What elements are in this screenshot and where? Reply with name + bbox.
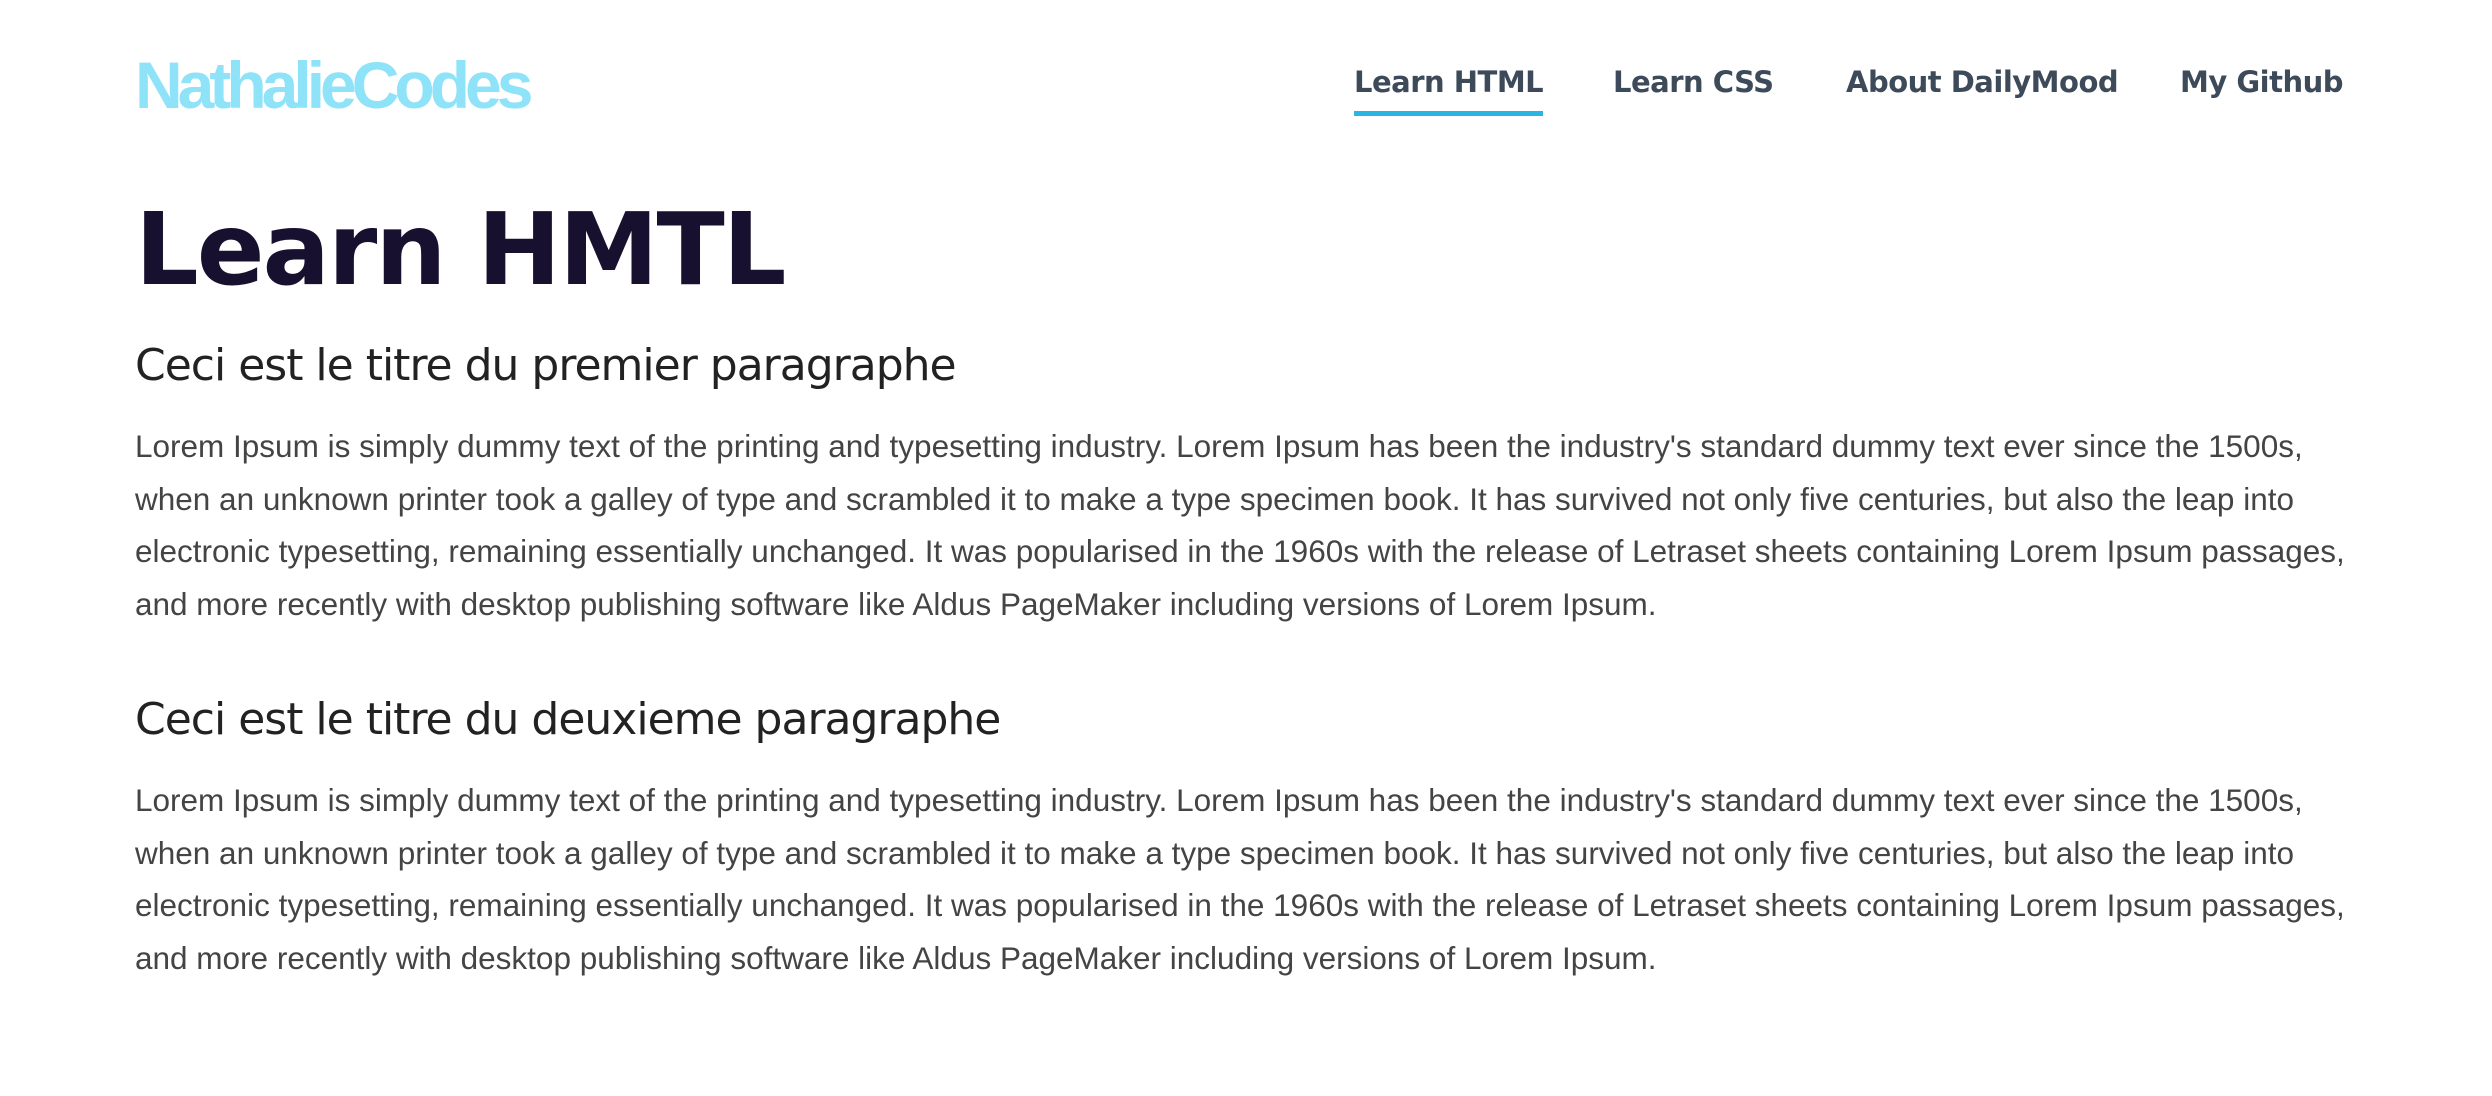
section-paragraph-2: Lorem Ipsum is simply dummy text of the … [135,782,2345,976]
page-title: Learn HMTL [135,191,786,308]
nav-item-about-dailymood[interactable]: About DailyMood [1846,68,2119,97]
site-header: NathalieCodes Learn HTML Learn CSS About… [0,0,2492,180]
section-heading-2: Ceci est le titre du deuxieme paragraphe [135,694,1001,745]
section-paragraph-1: Lorem Ipsum is simply dummy text of the … [135,428,2345,622]
section-heading-1: Ceci est le titre du premier paragraphe [135,340,957,391]
nav-item-my-github[interactable]: My Github [2180,68,2344,97]
nav-item-learn-css[interactable]: Learn CSS [1613,68,1774,97]
main-content: Learn HMTL Ceci est le titre du premier … [135,190,2365,984]
nav-item-learn-html[interactable]: Learn HTML [1354,68,1544,116]
main-nav: Learn HTML Learn CSS About DailyMood My … [0,0,2492,180]
